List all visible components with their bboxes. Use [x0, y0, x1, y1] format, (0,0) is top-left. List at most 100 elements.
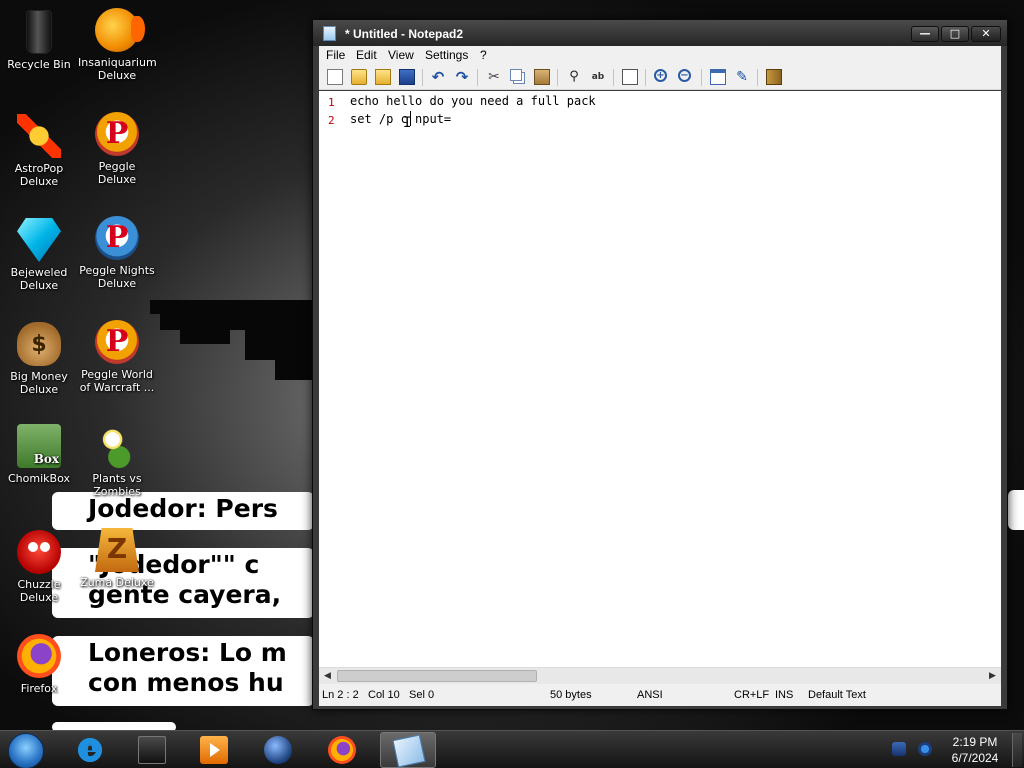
- cut-icon[interactable]: ✂: [486, 69, 502, 85]
- status-scheme[interactable]: Default Text: [808, 689, 866, 701]
- save-icon[interactable]: [399, 69, 415, 85]
- desktop-icon-label: Peggle World of Warcraft ...: [79, 368, 155, 394]
- scroll-left-icon[interactable]: ◀: [319, 668, 336, 684]
- customize-icon[interactable]: ✎: [734, 69, 750, 85]
- scheme-icon[interactable]: [710, 69, 726, 85]
- chuzzle-icon: [17, 530, 61, 574]
- minimize-button[interactable]: —: [911, 26, 939, 42]
- start-button[interactable]: [8, 733, 44, 768]
- caption-line: con menos hu: [88, 668, 284, 697]
- wallpaper-caption: [1008, 490, 1024, 530]
- zoom-in-icon[interactable]: +: [654, 69, 667, 82]
- toolbar-separator: [613, 69, 614, 86]
- wallpaper-caption: [52, 722, 176, 730]
- menu-file[interactable]: File: [326, 48, 345, 62]
- code-line[interactable]: echo hello do you need a full pack: [350, 94, 596, 108]
- desktop-icon-peggle[interactable]: P Peggle Deluxe: [78, 112, 156, 186]
- desktop-icon-label: Chuzzle Deluxe: [17, 578, 61, 604]
- desktop-icon-label: Peggle Nights Deluxe: [79, 264, 155, 290]
- desktop-icon-insaniquarium[interactable]: Insaniquarium Deluxe: [78, 8, 157, 82]
- redo-icon[interactable]: ↷: [454, 69, 470, 85]
- volume-icon[interactable]: [918, 742, 932, 756]
- status-selection: Sel 0: [409, 689, 435, 701]
- menu-view[interactable]: View: [388, 48, 414, 62]
- horizontal-scrollbar[interactable]: ◀ ▶: [319, 667, 1001, 684]
- status-line-endings[interactable]: CR+LF: [734, 689, 769, 701]
- menu-edit[interactable]: Edit: [356, 48, 377, 62]
- clock-time[interactable]: 2:19 PM: [940, 735, 1010, 749]
- scrollbar-thumb[interactable]: [337, 670, 537, 682]
- word-wrap-icon[interactable]: [622, 69, 638, 85]
- maximize-button[interactable]: □: [941, 26, 969, 42]
- status-insert-mode: INS: [775, 689, 794, 701]
- wallpaper-shape: [245, 330, 315, 360]
- notepad-icon: [323, 26, 336, 41]
- desktop-icon-label: Insaniquarium Deluxe: [78, 56, 157, 82]
- desktop-icon-peggle-nights[interactable]: P Peggle Nights Deluxe: [78, 216, 156, 290]
- explorer-icon: [138, 736, 166, 764]
- scroll-right-icon[interactable]: ▶: [984, 668, 1001, 684]
- recycle-bin-icon: [26, 10, 52, 54]
- status-encoding[interactable]: ANSI: [637, 689, 663, 701]
- wallpaper-shape: [160, 314, 320, 330]
- exit-icon[interactable]: [766, 69, 782, 85]
- close-button[interactable]: ✕: [971, 26, 1001, 42]
- desktop-icon-firefox[interactable]: Firefox: [0, 634, 78, 695]
- title-bar[interactable]: * Untitled - Notepad2 — □ ✕: [313, 20, 1007, 46]
- taskbar-firefox[interactable]: [314, 732, 370, 768]
- desktop-icon-astropop[interactable]: AstroPop Deluxe: [0, 114, 78, 188]
- notepad2-window[interactable]: * Untitled - Notepad2 — □ ✕ File Edit Vi…: [312, 19, 1008, 710]
- status-size: 50 bytes: [550, 689, 592, 701]
- desktop-icon-plants-vs-zombies[interactable]: Plants vs Zombies: [78, 424, 156, 498]
- desktop-icon-peggle-wow[interactable]: P Peggle World of Warcraft ...: [78, 320, 156, 394]
- desktop-icon-label: Zuma Deluxe: [80, 576, 154, 589]
- desktop-icon-big-money[interactable]: $ Big Money Deluxe: [0, 322, 78, 396]
- desktop-icon-recycle-bin[interactable]: Recycle Bin: [0, 10, 78, 71]
- desktop-icon-label: Plants vs Zombies: [92, 472, 142, 498]
- desktop-icon-label: Firefox: [20, 682, 58, 695]
- taskbar-explorer[interactable]: [124, 732, 180, 768]
- taskbar-notepad2[interactable]: [380, 732, 436, 768]
- wallpaper-shape: [180, 330, 230, 344]
- window-title: * Untitled - Notepad2: [345, 27, 464, 41]
- copy-icon[interactable]: [510, 69, 522, 81]
- ibeam-cursor-icon: I: [403, 115, 412, 131]
- zoom-out-icon[interactable]: −: [678, 69, 691, 82]
- taskbar-media-player[interactable]: [186, 732, 242, 768]
- clock-date[interactable]: 6/7/2024: [940, 751, 1010, 765]
- notepad2-icon: [392, 734, 426, 768]
- text-editor[interactable]: 1 echo hello do you need a full pack 2 s…: [319, 91, 1001, 667]
- desktop-icon-zuma[interactable]: Z Zuma Deluxe: [78, 528, 156, 589]
- zuma-icon: Z: [95, 528, 139, 572]
- taskbar-globe[interactable]: [250, 732, 306, 768]
- chomikbox-icon: Box: [17, 424, 61, 468]
- code-line[interactable]: set /p c nput=: [350, 112, 451, 126]
- browse-icon[interactable]: [375, 69, 391, 85]
- desktop-icon-chomikbox[interactable]: Box ChomikBox: [0, 424, 78, 485]
- desktop-icon-bejeweled[interactable]: Bejeweled Deluxe: [0, 218, 78, 292]
- globe-icon: [264, 736, 292, 764]
- network-icon[interactable]: [892, 742, 906, 756]
- toolbar-separator: [422, 69, 423, 86]
- toolbar: ↶ ↷ ✂ ⚲ ab + − ✎: [319, 65, 1001, 90]
- peggle-wow-icon: P: [95, 320, 139, 364]
- menu-bar: File Edit View Settings ?: [319, 46, 1001, 65]
- open-icon[interactable]: [351, 69, 367, 85]
- menu-settings[interactable]: Settings: [425, 48, 468, 62]
- status-column: Col 10: [368, 689, 400, 701]
- toolbar-separator: [477, 69, 478, 86]
- paste-icon[interactable]: [534, 69, 550, 85]
- show-desktop-button[interactable]: [1012, 733, 1022, 767]
- desktop-icon-label: ChomikBox: [8, 472, 70, 485]
- find-icon[interactable]: ⚲: [566, 69, 582, 85]
- desktop-icon-chuzzle[interactable]: Chuzzle Deluxe: [0, 530, 78, 604]
- menu-help[interactable]: ?: [480, 48, 487, 62]
- astropop-icon: [17, 114, 61, 158]
- toolbar-separator: [557, 69, 558, 86]
- peggle-nights-icon: P: [95, 216, 139, 260]
- replace-icon[interactable]: ab: [590, 69, 606, 85]
- wallpaper-caption: Loneros: Lo m con menos hu: [52, 636, 314, 706]
- new-icon[interactable]: [327, 69, 343, 85]
- undo-icon[interactable]: ↶: [430, 69, 446, 85]
- taskbar-internet-explorer[interactable]: e: [62, 732, 118, 768]
